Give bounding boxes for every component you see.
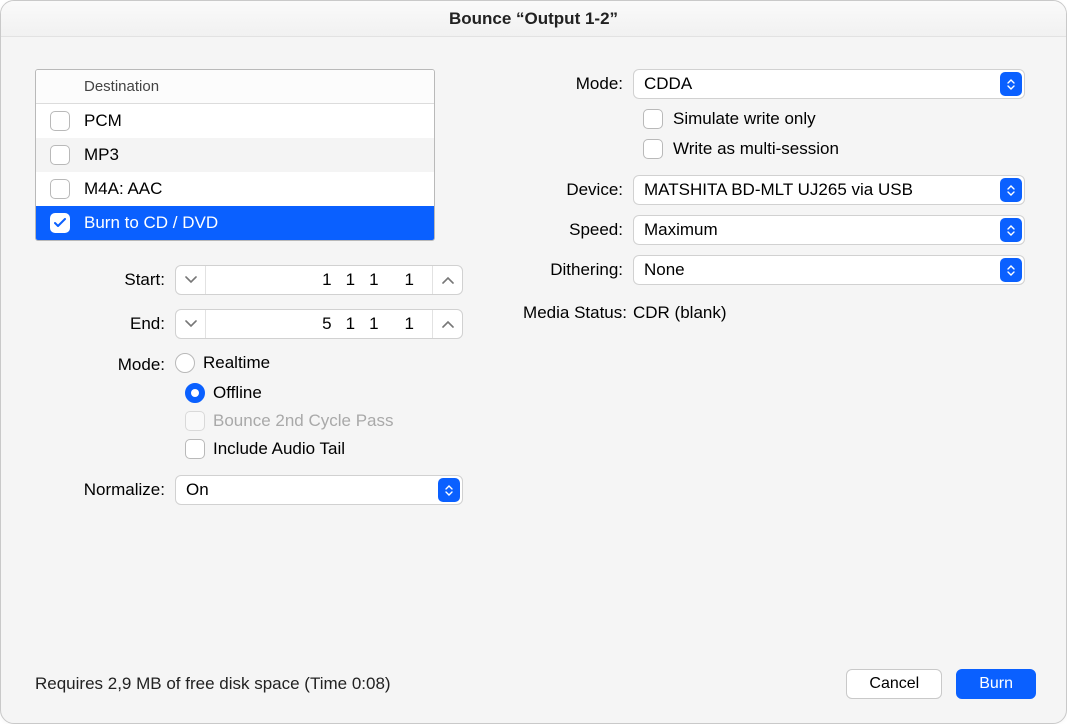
left-column: Destination PCM <box>35 69 465 505</box>
updown-icon <box>1000 258 1022 282</box>
mode-right-label: Mode: <box>515 74 633 94</box>
normalize-label: Normalize: <box>35 480 175 500</box>
destination-list: Destination PCM <box>35 69 435 241</box>
start-tick: 1 <box>405 270 414 290</box>
start-decrement[interactable] <box>176 266 206 294</box>
checkbox-bounce-2nd <box>185 411 205 431</box>
end-div: 1 <box>369 314 378 334</box>
speed-label: Speed: <box>515 220 633 240</box>
checkbox-include-tail[interactable] <box>185 439 205 459</box>
normalize-value: On <box>186 480 209 500</box>
start-beat: 1 <box>346 270 355 290</box>
updown-icon <box>1000 178 1022 202</box>
start-field[interactable]: 1 1 1 1 <box>175 265 463 295</box>
destination-label-burn: Burn to CD / DVD <box>84 213 218 233</box>
destination-header-label: Destination <box>84 78 159 95</box>
radio-realtime[interactable] <box>175 353 195 373</box>
content-area: Destination PCM <box>1 37 1066 505</box>
burn-button[interactable]: Burn <box>956 669 1036 699</box>
updown-icon <box>1000 218 1022 242</box>
media-status-label: Media Status: <box>515 303 633 323</box>
bounce-2nd-label: Bounce 2nd Cycle Pass <box>213 411 394 431</box>
include-tail-row[interactable]: Include Audio Tail <box>185 439 465 459</box>
destination-label-mp3: MP3 <box>84 145 119 165</box>
destination-row-m4a[interactable]: M4A: AAC <box>36 172 434 206</box>
dithering-label: Dithering: <box>515 260 633 280</box>
mode-offline-row[interactable]: Offline <box>185 383 465 403</box>
disk-requirement-text: Requires 2,9 MB of free disk space (Time… <box>35 674 391 694</box>
destination-row-burn[interactable]: Burn to CD / DVD <box>36 206 434 240</box>
mode-value: CDDA <box>644 74 692 94</box>
end-increment[interactable] <box>432 310 462 338</box>
cancel-button[interactable]: Cancel <box>846 669 942 699</box>
destination-header: Destination <box>36 70 434 104</box>
bounce-dialog: Bounce “Output 1-2” Destination PCM <box>0 0 1067 724</box>
destination-label-m4a: M4A: AAC <box>84 179 162 199</box>
include-tail-label: Include Audio Tail <box>213 439 345 459</box>
mode-left-label: Mode: <box>35 353 175 375</box>
mode-realtime-row[interactable]: Realtime <box>175 353 270 373</box>
end-values: 5 1 1 1 <box>206 314 432 334</box>
end-field[interactable]: 5 1 1 1 <box>175 309 463 339</box>
multisession-label: Write as multi-session <box>673 139 839 159</box>
end-bar: 5 <box>322 314 331 334</box>
footer: Requires 2,9 MB of free disk space (Time… <box>1 651 1066 723</box>
chevron-up-icon <box>442 320 454 328</box>
media-status-value: CDR (blank) <box>633 303 727 323</box>
device-label: Device: <box>515 180 633 200</box>
start-label: Start: <box>35 270 175 290</box>
chevron-down-icon <box>185 276 197 284</box>
end-beat: 1 <box>346 314 355 334</box>
destination-label-pcm: PCM <box>84 111 122 131</box>
dithering-value: None <box>644 260 685 280</box>
speed-value: Maximum <box>644 220 718 240</box>
chevron-up-icon <box>442 276 454 284</box>
destination-checkbox-pcm[interactable] <box>50 111 70 131</box>
bounce-2nd-row: Bounce 2nd Cycle Pass <box>185 411 465 431</box>
updown-icon <box>1000 72 1022 96</box>
destination-checkbox-burn[interactable] <box>50 213 70 233</box>
destination-row-mp3[interactable]: MP3 <box>36 138 434 172</box>
destination-row-pcm[interactable]: PCM <box>36 104 434 138</box>
destination-checkbox-mp3[interactable] <box>50 145 70 165</box>
normalize-select[interactable]: On <box>175 475 463 505</box>
end-label: End: <box>35 314 175 334</box>
chevron-down-icon <box>185 320 197 328</box>
destination-checkbox-m4a[interactable] <box>50 179 70 199</box>
media-status-row: Media Status: CDR (blank) <box>515 303 1032 323</box>
start-values: 1 1 1 1 <box>206 270 432 290</box>
end-tick: 1 <box>405 314 414 334</box>
radio-offline-label: Offline <box>213 383 262 403</box>
device-value: MATSHITA BD-MLT UJ265 via USB <box>644 180 913 200</box>
speed-select[interactable]: Maximum <box>633 215 1025 245</box>
start-div: 1 <box>369 270 378 290</box>
checkbox-multisession[interactable] <box>643 139 663 159</box>
radio-realtime-label: Realtime <box>203 353 270 373</box>
multisession-row[interactable]: Write as multi-session <box>643 139 1032 159</box>
mode-select[interactable]: CDDA <box>633 69 1025 99</box>
right-column: Mode: CDDA Simulate write only <box>515 69 1032 505</box>
window-title: Bounce “Output 1-2” <box>1 1 1066 37</box>
device-select[interactable]: MATSHITA BD-MLT UJ265 via USB <box>633 175 1025 205</box>
updown-icon <box>438 478 460 502</box>
dithering-select[interactable]: None <box>633 255 1025 285</box>
simulate-label: Simulate write only <box>673 109 816 129</box>
simulate-row[interactable]: Simulate write only <box>643 109 1032 129</box>
end-decrement[interactable] <box>176 310 206 338</box>
start-increment[interactable] <box>432 266 462 294</box>
start-bar: 1 <box>322 270 331 290</box>
checkbox-simulate[interactable] <box>643 109 663 129</box>
radio-offline[interactable] <box>185 383 205 403</box>
